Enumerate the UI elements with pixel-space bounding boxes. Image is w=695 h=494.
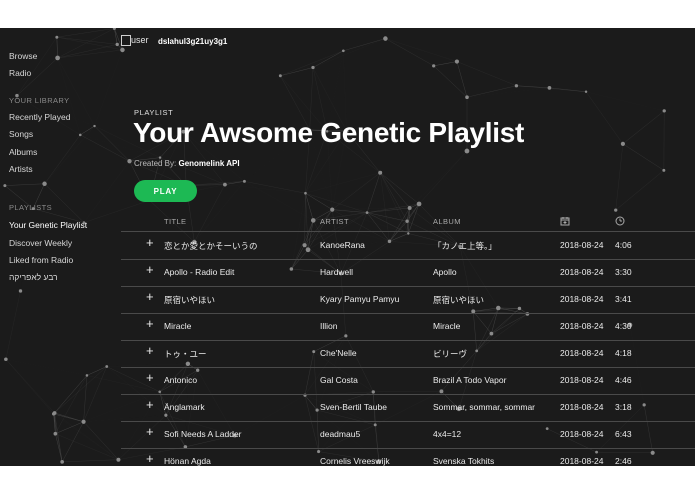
track-date-added: 2018-08-24: [560, 240, 604, 250]
track-date-added: 2018-08-24: [560, 402, 604, 412]
table-row[interactable]: + 恋とか愛とかそーいうの KanoeRana 「カノエ上等。」 2018-08-24 4…: [121, 232, 695, 260]
track-artist[interactable]: Cornelis Vreeswijk: [320, 456, 430, 466]
plus-icon[interactable]: +: [146, 398, 154, 412]
track-album[interactable]: 原宿いやほい: [433, 294, 561, 306]
track-duration: 4:18: [615, 348, 632, 358]
track-artist[interactable]: Kyary Pamyu Pamyu: [320, 294, 430, 304]
track-title[interactable]: 原宿いやほい: [164, 294, 314, 306]
sidebar-item-recently-played[interactable]: Recently Played: [9, 112, 70, 122]
plus-icon[interactable]: +: [146, 263, 154, 277]
user-avatar-icon[interactable]: [121, 35, 131, 46]
track-album[interactable]: Apollo: [433, 267, 561, 277]
sidebar-item-songs[interactable]: Songs: [9, 129, 33, 139]
track-duration: 3:41: [615, 294, 632, 304]
track-artist[interactable]: deadmau5: [320, 429, 430, 439]
sidebar-item-your-genetic-playlist[interactable]: Your Genetic Playlist: [9, 220, 87, 230]
table-row[interactable]: + Miracle Illion Miracle 2018-08-24 4:30: [121, 313, 695, 341]
track-title[interactable]: 恋とか愛とかそーいうの: [164, 240, 314, 252]
sidebar-item-artists[interactable]: Artists: [9, 164, 33, 174]
track-duration: 6:43: [615, 429, 632, 439]
track-album[interactable]: Miracle: [433, 321, 561, 331]
play-button[interactable]: PLAY: [134, 180, 197, 202]
track-artist[interactable]: Illion: [320, 321, 430, 331]
track-artist[interactable]: Gal Costa: [320, 375, 430, 385]
track-album[interactable]: ビリーヴ: [433, 348, 561, 360]
track-title[interactable]: Apollo - Radio Edit: [164, 267, 314, 277]
track-album[interactable]: 4x4=12: [433, 429, 561, 439]
track-title[interactable]: Sofi Needs A Ladder: [164, 429, 314, 439]
plus-icon[interactable]: +: [146, 344, 154, 358]
track-duration: 4:46: [615, 375, 632, 385]
table-row[interactable]: + 原宿いやほい Kyary Pamyu Pamyu 原宿いやほい 2018-08-24…: [121, 286, 695, 314]
sidebar-item-discover-weekly[interactable]: Discover Weekly: [9, 238, 72, 248]
track-duration: 2:46: [615, 456, 632, 466]
track-title[interactable]: Antonico: [164, 375, 314, 385]
sidebar-heading-playlists: PLAYLISTS: [9, 203, 53, 212]
track-date-added: 2018-08-24: [560, 267, 604, 277]
column-header-artist[interactable]: ARTIST: [320, 217, 349, 226]
calendar-icon[interactable]: [560, 216, 570, 228]
track-artist[interactable]: Sven-Bertil Taube: [320, 402, 430, 412]
track-title[interactable]: Änglamark: [164, 402, 314, 412]
track-date-added: 2018-08-24: [560, 375, 604, 385]
playlist-kicker: PLAYLIST: [134, 108, 174, 117]
track-date-added: 2018-08-24: [560, 456, 604, 466]
table-row[interactable]: + Apollo - Radio Edit Hardwell Apollo 2018-0…: [121, 259, 695, 287]
table-row[interactable]: + トゥ・ユー Che'Nelle ビリーヴ 2018-08-24 4:18: [121, 340, 695, 368]
clock-icon[interactable]: [615, 216, 625, 228]
track-date-added: 2018-08-24: [560, 429, 604, 439]
user-label: user: [131, 35, 149, 45]
sidebar-item-hebrew-playlist[interactable]: רבע לאפריקה: [9, 272, 58, 282]
column-header-title[interactable]: TITLE: [164, 217, 186, 226]
table-row[interactable]: + Sofi Needs A Ladder deadmau5 4x4=12 2018-0…: [121, 421, 695, 449]
user-id: dslahul3g21uy3g1: [158, 37, 228, 46]
track-duration: 3:30: [615, 267, 632, 277]
track-album[interactable]: Svenska Tokhits: [433, 456, 561, 466]
track-title[interactable]: トゥ・ユー: [164, 348, 314, 360]
sidebar-item-liked-from-radio[interactable]: Liked from Radio: [9, 255, 73, 265]
track-album[interactable]: Sommar, sommar, sommar: [433, 402, 561, 412]
column-header-album[interactable]: ALBUM: [433, 217, 461, 226]
plus-icon[interactable]: +: [146, 290, 154, 304]
track-duration: 4:30: [615, 321, 632, 331]
sidebar-heading-library: YOUR LIBRARY: [9, 96, 70, 105]
sidebar-item-radio[interactable]: Radio: [9, 68, 31, 78]
app-window: user dslahul3g21uy3g1 Browse Radio YOUR …: [0, 28, 695, 466]
created-by-name: Genomelink API: [178, 159, 240, 168]
track-duration: 3:18: [615, 402, 632, 412]
track-artist[interactable]: KanoeRana: [320, 240, 430, 250]
track-artist[interactable]: Che'Nelle: [320, 348, 430, 358]
track-date-added: 2018-08-24: [560, 294, 604, 304]
track-date-added: 2018-08-24: [560, 321, 604, 331]
track-album[interactable]: Brazil A Todo Vapor: [433, 375, 561, 385]
sidebar-item-albums[interactable]: Albums: [9, 147, 37, 157]
sidebar-item-browse[interactable]: Browse: [9, 51, 37, 61]
plus-icon[interactable]: +: [146, 452, 154, 466]
track-artist[interactable]: Hardwell: [320, 267, 430, 277]
plus-icon[interactable]: +: [146, 425, 154, 439]
created-by: Created By: Genomelink API: [134, 159, 240, 168]
track-date-added: 2018-08-24: [560, 348, 604, 358]
table-row[interactable]: + Hönan Agda Cornelis Vreeswijk Svenska Tok…: [121, 448, 695, 467]
plus-icon[interactable]: +: [146, 236, 154, 250]
plus-icon[interactable]: +: [146, 317, 154, 331]
playlist-title: Your Awsome Genetic Playlist: [133, 117, 524, 148]
table-row[interactable]: + Änglamark Sven-Bertil Taube Sommar, somma…: [121, 394, 695, 422]
track-title[interactable]: Miracle: [164, 321, 314, 331]
plus-icon[interactable]: +: [146, 371, 154, 385]
track-album[interactable]: 「カノエ上等。」: [433, 240, 561, 252]
table-row[interactable]: + Antonico Gal Costa Brazil A Todo Vapor 201…: [121, 367, 695, 395]
track-duration: 4:06: [615, 240, 632, 250]
created-by-label: Created By:: [134, 159, 177, 168]
track-title[interactable]: Hönan Agda: [164, 456, 314, 466]
